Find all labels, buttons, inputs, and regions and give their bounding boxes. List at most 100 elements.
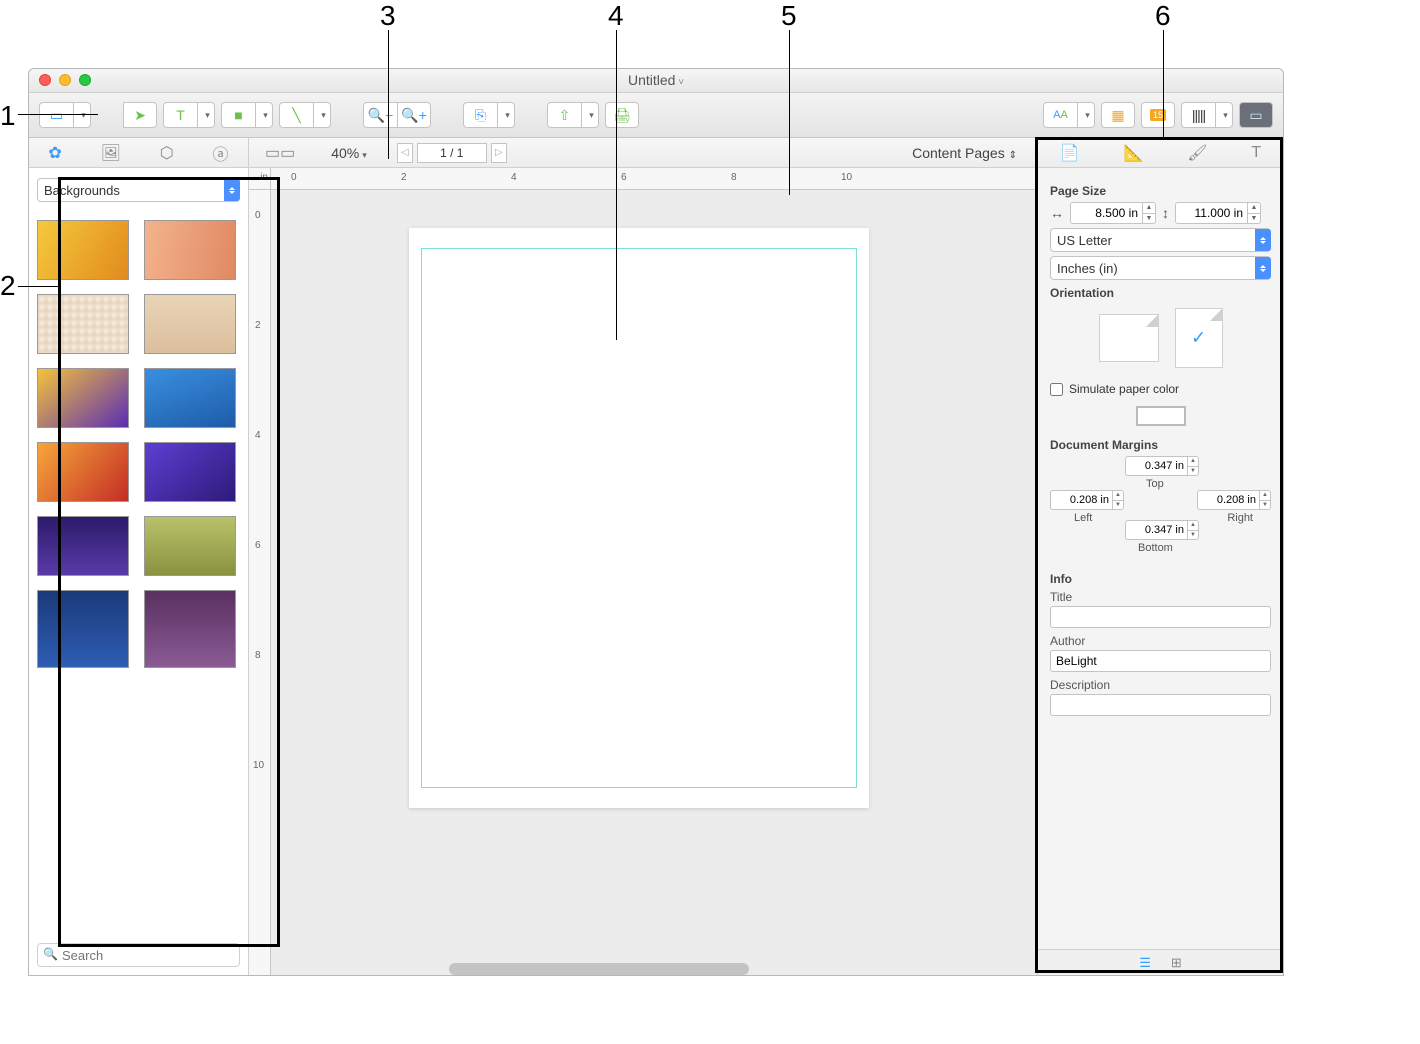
margin-left-stepper[interactable]: ▲▼ xyxy=(1112,490,1124,510)
section-selector[interactable]: Content Pages ⇕ xyxy=(912,145,1017,161)
info-author-field[interactable] xyxy=(1050,650,1271,672)
height-icon: ↕ xyxy=(1162,205,1169,221)
margin-bottom-stepper[interactable]: ▲▼ xyxy=(1187,520,1199,540)
page-width-stepper[interactable]: ▲▼ xyxy=(1142,202,1156,224)
shape-tool[interactable]: ■ xyxy=(221,102,255,128)
line-tool-dropdown[interactable]: ▾ xyxy=(313,102,331,128)
units-select[interactable]: Inches (in) xyxy=(1050,256,1271,280)
page-margin-guide xyxy=(421,248,857,788)
select-tool[interactable]: ➤ xyxy=(123,102,157,128)
callout-3: 3 xyxy=(380,0,396,32)
info-title-label: Title xyxy=(1050,590,1271,604)
source-text-tab[interactable]: ⓐ xyxy=(207,139,235,167)
ruler-unit-label: in xyxy=(249,168,271,190)
orientation-heading: Orientation xyxy=(1050,286,1271,300)
zoom-out-button[interactable]: 🔍− xyxy=(363,102,397,128)
margin-top-stepper[interactable]: ▲▼ xyxy=(1187,456,1199,476)
margin-bottom-field[interactable] xyxy=(1125,520,1187,540)
thumbnail[interactable] xyxy=(144,442,236,502)
margin-right-stepper[interactable]: ▲▼ xyxy=(1259,490,1271,510)
page-width-field[interactable] xyxy=(1070,202,1142,224)
info-description-label: Description xyxy=(1050,678,1271,692)
thumbnail[interactable] xyxy=(144,220,236,280)
import-button[interactable]: ⎘ xyxy=(463,102,497,128)
canvas-area[interactable]: in 0 2 4 6 8 10 0 2 4 6 8 10 xyxy=(249,168,1037,975)
grid-button[interactable]: ⊞ xyxy=(1171,955,1182,971)
margin-right-label: Right xyxy=(1227,512,1253,524)
document-title[interactable]: Untitled xyxy=(628,72,684,88)
source-clipart-tab[interactable]: ✿ xyxy=(42,141,67,165)
info-author-label: Author xyxy=(1050,634,1271,648)
barcode-dropdown[interactable]: ▾ xyxy=(1215,102,1233,128)
source-photos-tab[interactable]: 🖼 xyxy=(95,141,127,165)
margin-left-field[interactable] xyxy=(1050,490,1112,510)
calendar-button[interactable]: 15 xyxy=(1141,102,1175,128)
thumbnail[interactable] xyxy=(37,590,129,668)
next-page-button[interactable]: ▷ xyxy=(491,143,507,163)
barcode-button[interactable]: ||||| xyxy=(1181,102,1215,128)
thumbnail[interactable] xyxy=(37,516,129,576)
margin-top-label: Top xyxy=(1146,478,1164,490)
zoom-window-button[interactable] xyxy=(79,74,91,86)
thumbnail[interactable] xyxy=(37,294,129,354)
panels-dropdown[interactable]: ▾ xyxy=(73,102,91,128)
close-window-button[interactable] xyxy=(39,74,51,86)
thumbnail[interactable] xyxy=(144,590,236,668)
page-height-field[interactable] xyxy=(1175,202,1247,224)
source-search-input[interactable] xyxy=(37,943,240,967)
app-window: Untitled ▭ ▾ ➤ T ▾ ■ ▾ ╲ ▾ 🔍− 🔍+ xyxy=(28,68,1284,976)
source-panel: Backgrounds xyxy=(29,168,249,975)
spread-view-button[interactable]: ▭▭ xyxy=(259,141,301,165)
thumbnail[interactable] xyxy=(144,294,236,354)
thumbnail[interactable] xyxy=(144,368,236,428)
thumbnail[interactable] xyxy=(144,516,236,576)
panels-button[interactable]: ▭ xyxy=(39,102,73,128)
sub-toolbar: ✿ 🖼 ⬡ ⓐ ▭▭ 40%▾ ◁ 1 / 1 ▷ Content Pages … xyxy=(29,138,1283,168)
page-height-stepper[interactable]: ▲▼ xyxy=(1247,202,1261,224)
minimize-window-button[interactable] xyxy=(59,74,71,86)
line-tool[interactable]: ╲ xyxy=(279,102,313,128)
callout-5: 5 xyxy=(781,0,797,32)
layers-button[interactable]: ☰ xyxy=(1139,955,1151,971)
share-button[interactable]: ⇧ xyxy=(547,102,581,128)
thumbnail[interactable] xyxy=(37,442,129,502)
import-dropdown[interactable]: ▾ xyxy=(497,102,515,128)
prev-page-button[interactable]: ◁ xyxy=(397,143,413,163)
check-icon: ✓ xyxy=(1191,328,1206,349)
zoom-in-button[interactable]: 🔍+ xyxy=(397,102,431,128)
page-indicator: ◁ 1 / 1 ▷ xyxy=(397,143,507,163)
thumbnail[interactable] xyxy=(37,220,129,280)
info-description-field[interactable] xyxy=(1050,694,1271,716)
source-category-select[interactable]: Backgrounds xyxy=(37,178,240,202)
callout-2: 2 xyxy=(0,270,16,302)
orientation-portrait[interactable]: ✓ xyxy=(1175,308,1223,368)
share-dropdown[interactable]: ▾ xyxy=(581,102,599,128)
orientation-landscape[interactable] xyxy=(1099,314,1159,362)
page-preview[interactable] xyxy=(409,228,869,808)
text-tool[interactable]: T xyxy=(163,102,197,128)
source-shapes-tab[interactable]: ⬡ xyxy=(154,141,180,165)
tables-button[interactable]: ▦ xyxy=(1101,102,1135,128)
page-number-field[interactable]: 1 / 1 xyxy=(417,143,487,163)
thumbnail[interactable] xyxy=(37,368,129,428)
inspector-toggle[interactable]: ▭ xyxy=(1239,102,1273,128)
margin-top-field[interactable] xyxy=(1125,456,1187,476)
inspector-appearance-tab[interactable]: 🖌 xyxy=(1181,141,1213,165)
inspector-document-tab[interactable]: 📄 xyxy=(1054,141,1086,165)
inspector-geometry-tab[interactable]: 📐 xyxy=(1118,141,1150,165)
horizontal-scrollbar[interactable] xyxy=(449,963,749,975)
margin-right-field[interactable] xyxy=(1197,490,1259,510)
main-toolbar: ▭ ▾ ➤ T ▾ ■ ▾ ╲ ▾ 🔍− 🔍+ ⎘ ▾ xyxy=(29,93,1283,138)
font-panel-dropdown[interactable]: ▾ xyxy=(1077,102,1095,128)
simulate-paper-checkbox[interactable] xyxy=(1050,383,1063,396)
print-button[interactable]: 🖨 xyxy=(605,102,639,128)
inspector-text-tab[interactable]: T xyxy=(1245,142,1267,164)
shape-tool-dropdown[interactable]: ▾ xyxy=(255,102,273,128)
text-tool-dropdown[interactable]: ▾ xyxy=(197,102,215,128)
page-preset-select[interactable]: US Letter xyxy=(1050,228,1271,252)
font-panel-button[interactable]: AA xyxy=(1043,102,1077,128)
paper-color-well[interactable] xyxy=(1136,406,1186,426)
zoom-level[interactable]: 40%▾ xyxy=(331,145,367,161)
vertical-ruler: 0 2 4 6 8 10 xyxy=(249,190,271,975)
info-title-field[interactable] xyxy=(1050,606,1271,628)
